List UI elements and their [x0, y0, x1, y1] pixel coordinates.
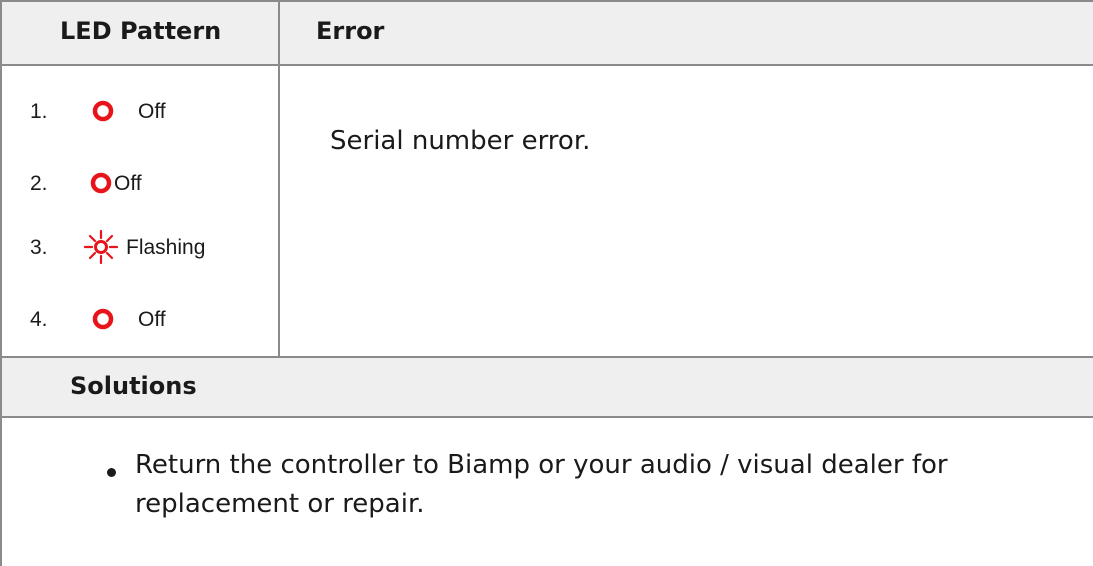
led-number: 3. — [30, 236, 48, 259]
red-flashing-icon — [82, 228, 120, 270]
led-item-2: 2. Off — [2, 164, 278, 204]
led-pattern-heading: LED Pattern — [60, 17, 222, 45]
led-error-table: LED Pattern Error 1. Off 2. Off 3. Flash… — [0, 0, 1093, 566]
led-pattern-cell: 1. Off 2. Off 3. Flashing 4. Off — [0, 66, 280, 356]
led-pattern-header-cell: LED Pattern — [0, 2, 280, 64]
red-ring-icon — [90, 96, 116, 130]
led-item-4: 4. Off — [2, 300, 278, 340]
bullet-icon — [107, 468, 116, 477]
table-body-row: 1. Off 2. Off 3. Flashing 4. Off Serial … — [0, 66, 1093, 356]
error-description: Serial number error. — [330, 126, 591, 156]
solutions-header-row: Solutions — [0, 356, 1093, 418]
led-number: 4. — [30, 308, 48, 331]
table-header-row: LED Pattern Error — [0, 0, 1093, 66]
led-state: Off — [114, 172, 142, 195]
led-number: 2. — [30, 172, 48, 195]
led-item-3: 3. Flashing — [2, 228, 278, 268]
led-state: Off — [138, 308, 166, 331]
led-state: Flashing — [126, 236, 206, 259]
solutions-body: Return the controller to Biamp or your a… — [0, 418, 1093, 566]
led-state: Off — [138, 100, 166, 123]
solution-text: Return the controller to Biamp or your a… — [135, 450, 948, 519]
led-number: 1. — [30, 100, 48, 123]
red-ring-icon — [88, 168, 114, 202]
led-item-1: 1. Off — [2, 92, 278, 132]
red-ring-icon — [90, 304, 116, 338]
solutions-heading: Solutions — [70, 372, 197, 400]
error-heading: Error — [316, 17, 385, 45]
